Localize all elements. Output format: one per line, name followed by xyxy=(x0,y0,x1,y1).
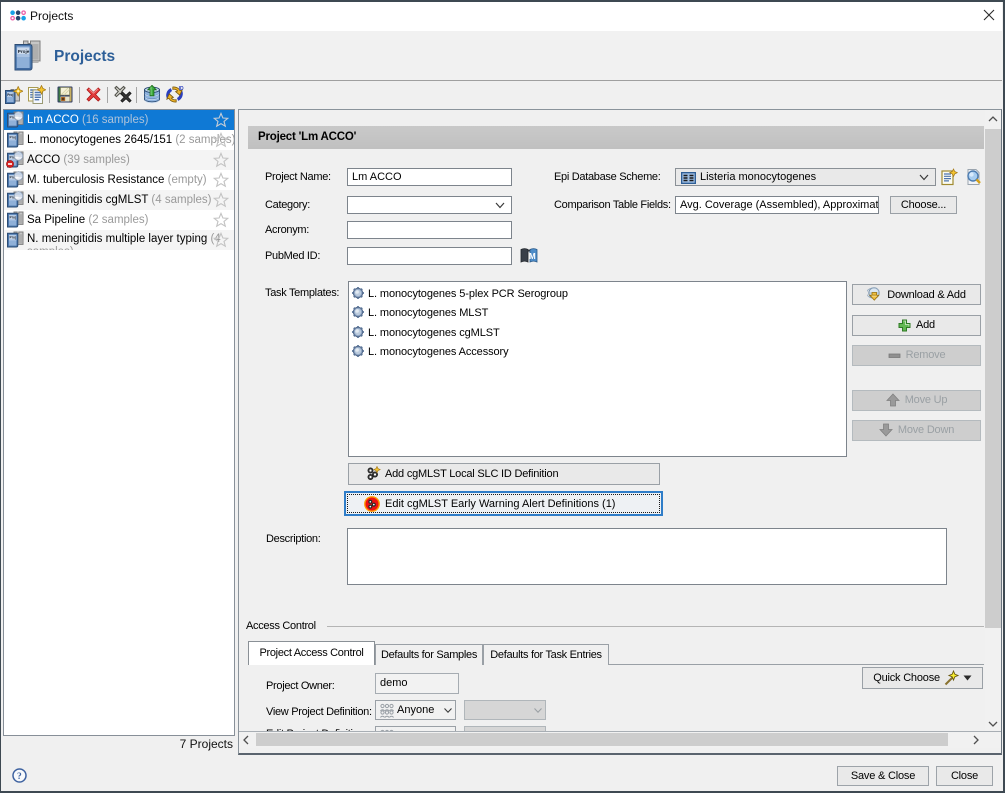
svg-text:Proje: Proje xyxy=(18,49,30,54)
svg-text:?: ? xyxy=(17,772,22,782)
svg-text:Proj: Proj xyxy=(7,93,13,97)
svg-text:M: M xyxy=(529,252,536,261)
svg-text:ID: ID xyxy=(179,86,184,92)
